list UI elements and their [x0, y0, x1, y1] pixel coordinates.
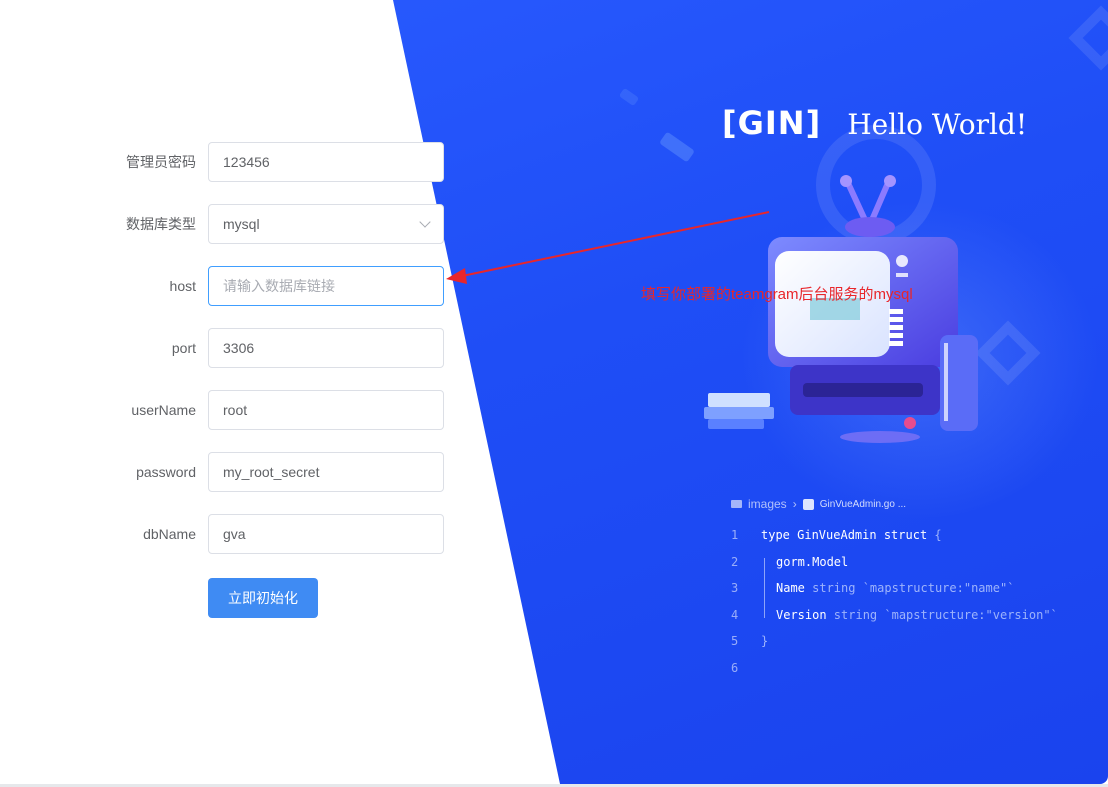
folder-icon	[731, 500, 742, 508]
code-token: string `mapstructure:"name"`	[804, 581, 1015, 596]
annotation-text: 填写你部署的teamgram后台服务的mysql	[641, 286, 913, 303]
code-token: Name	[776, 581, 805, 596]
port-input[interactable]: 3306	[208, 328, 444, 368]
port-label: port	[171, 340, 196, 356]
code-text: gorm.Model	[761, 555, 848, 569]
admin-password-label: 管理员密码	[126, 154, 196, 170]
code-token: }	[761, 634, 769, 649]
admin-password-value: 123456	[223, 154, 270, 170]
code-snippet: images › GinVueAdmin.go ... 1 type GinVue…	[731, 494, 1061, 681]
line-number: 1	[731, 528, 739, 543]
code-token: {	[934, 528, 942, 543]
code-line: 2 gorm.Model	[731, 549, 1061, 576]
form-row-host: host 请输入数据库链接	[0, 266, 450, 306]
form-row-db-type: 数据库类型 mysql	[0, 204, 450, 244]
code-line: 1 type GinVueAdmin struct {	[731, 522, 1061, 549]
code-line: 4 Version string `mapstructure:"version"`	[731, 602, 1061, 629]
port-value: 3306	[223, 340, 255, 356]
code-line: 6	[731, 655, 1061, 682]
init-page: [GIN] Hello World! images › GinVueAdmin.…	[0, 0, 1108, 787]
hello-world-tagline: Hello World!	[847, 108, 1028, 141]
dbname-label: dbName	[143, 526, 196, 542]
dbname-input[interactable]: gva	[208, 514, 444, 554]
admin-password-input[interactable]: 123456	[208, 142, 444, 182]
password-input[interactable]: my_root_secret	[208, 452, 444, 492]
host-input[interactable]: 请输入数据库链接	[208, 266, 444, 306]
chevron-down-icon	[419, 216, 431, 228]
code-text: Name string `mapstructure:"name"`	[761, 581, 1014, 595]
code-token: gorm.Model	[776, 554, 849, 569]
tv-illustration	[704, 175, 978, 443]
code-breadcrumb: images › GinVueAdmin.go ...	[731, 494, 1061, 514]
chevron-right-icon: ›	[792, 497, 797, 511]
username-input[interactable]: root	[208, 390, 444, 430]
form-row-admin-password: 管理员密码 123456	[0, 142, 450, 182]
code-token: type GinVueAdmin struct	[761, 528, 935, 543]
dbname-value: gva	[223, 526, 246, 542]
breadcrumb-file: GinVueAdmin.go ...	[819, 498, 907, 510]
code-text: type GinVueAdmin struct {	[761, 528, 942, 542]
code-token: string `mapstructure:"version"`	[826, 607, 1058, 622]
line-number: 6	[731, 660, 739, 675]
db-type-value: mysql	[223, 216, 260, 232]
code-token: Version	[776, 607, 827, 622]
indent-guide	[764, 558, 765, 618]
code-lines: 1 type GinVueAdmin struct {2 gorm.Model 3 Na…	[731, 522, 1061, 681]
host-label: host	[169, 278, 196, 294]
breadcrumb-folder: images	[748, 497, 787, 511]
code-text: }	[761, 634, 768, 648]
code-line: 3 Name string `mapstructure:"name"`	[731, 575, 1061, 602]
form-row-password: password my_root_secret	[0, 452, 450, 492]
password-value: my_root_secret	[223, 464, 320, 480]
form-row-username: userName root	[0, 390, 450, 430]
form-row-dbname: dbName gva	[0, 514, 450, 554]
db-type-label: 数据库类型	[126, 216, 196, 232]
brand: [GIN] Hello World!	[722, 104, 1027, 142]
password-label: password	[136, 464, 196, 480]
line-number: 5	[731, 634, 739, 649]
gin-logo: [GIN]	[722, 104, 822, 142]
code-text: Version string `mapstructure:"version"`	[761, 608, 1058, 622]
line-number: 4	[731, 607, 739, 622]
host-placeholder: 请输入数据库链接	[223, 278, 335, 294]
init-submit-button[interactable]: 立即初始化	[208, 578, 318, 618]
line-number: 2	[731, 554, 739, 569]
code-line: 5}	[731, 628, 1061, 655]
go-file-icon	[802, 498, 814, 510]
username-value: root	[223, 402, 248, 418]
db-type-select[interactable]: mysql	[208, 204, 444, 244]
form-row-port: port 3306	[0, 328, 450, 368]
line-number: 3	[731, 581, 739, 596]
username-label: userName	[131, 402, 196, 418]
